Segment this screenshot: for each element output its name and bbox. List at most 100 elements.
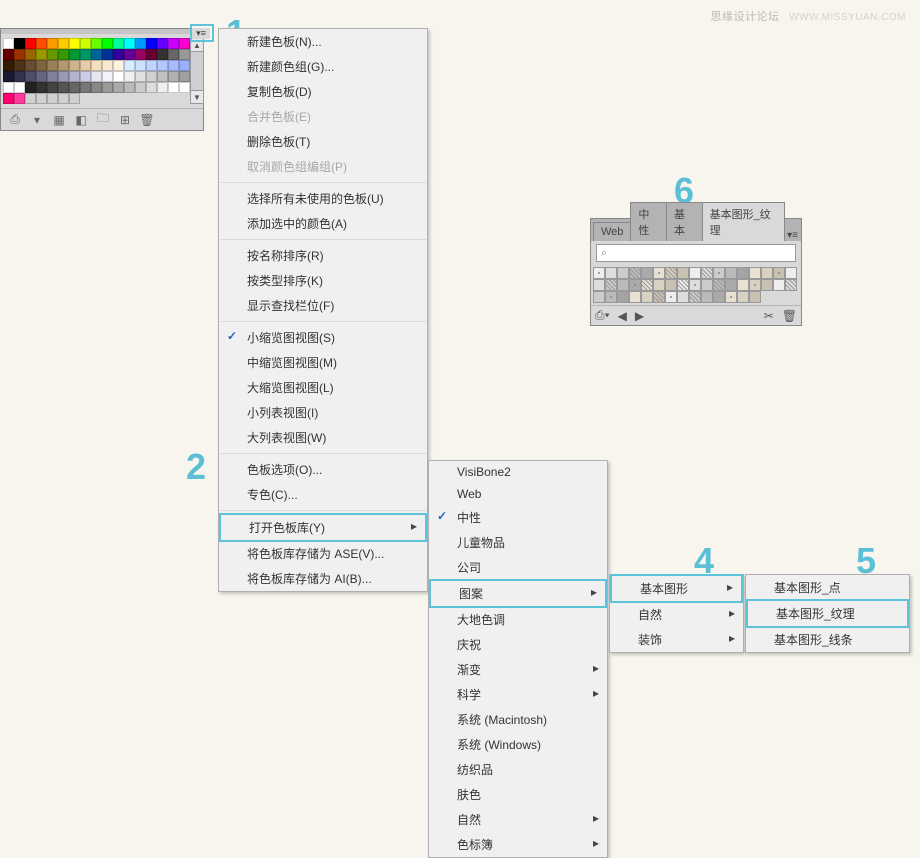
menu-item[interactable]: 中缩览图视图(M)	[219, 350, 427, 375]
swatch[interactable]	[47, 82, 58, 93]
swatch[interactable]	[14, 60, 25, 71]
menu-item[interactable]: 色标簿	[429, 832, 607, 857]
swatch[interactable]	[91, 49, 102, 60]
menu-item[interactable]: 色板选项(O)...	[219, 457, 427, 482]
swatch[interactable]	[80, 60, 91, 71]
menu-item[interactable]: 大列表视图(W)	[219, 425, 427, 450]
pattern-swatch[interactable]	[689, 291, 701, 303]
swatch[interactable]	[14, 71, 25, 82]
swatch[interactable]	[113, 71, 124, 82]
menu-item[interactable]: 显示查找栏位(F)	[219, 293, 427, 318]
swatch[interactable]	[80, 82, 91, 93]
swatch[interactable]	[91, 82, 102, 93]
swatch[interactable]	[146, 82, 157, 93]
menu-item[interactable]: 小列表视图(I)	[219, 400, 427, 425]
swatch[interactable]	[113, 82, 124, 93]
swatch[interactable]	[124, 60, 135, 71]
pattern-swatch[interactable]	[713, 291, 725, 303]
swatch[interactable]	[157, 60, 168, 71]
swatch[interactable]	[157, 38, 168, 49]
swatch[interactable]	[36, 93, 47, 104]
swatch[interactable]	[69, 38, 80, 49]
menu-item[interactable]: 基本图形_纹理	[746, 599, 909, 628]
swatch[interactable]	[135, 38, 146, 49]
swatch[interactable]	[179, 71, 190, 82]
swatch[interactable]	[3, 60, 14, 71]
menu-item[interactable]: 将色板库存储为 AI(B)...	[219, 566, 427, 591]
pattern-swatch[interactable]	[737, 279, 749, 291]
menu-item[interactable]: 将色板库存储为 ASE(V)...	[219, 541, 427, 566]
pattern-swatch[interactable]	[737, 267, 749, 279]
pattern-swatch[interactable]	[725, 291, 737, 303]
pattern-swatch[interactable]	[605, 267, 617, 279]
pattern-swatch[interactable]	[653, 291, 665, 303]
menu-item[interactable]: 复制色板(D)	[219, 79, 427, 104]
menu-item[interactable]: 纺织品	[429, 757, 607, 782]
menu-item[interactable]: 装饰	[610, 627, 743, 652]
pattern-swatch[interactable]	[641, 267, 653, 279]
swatch-kinds-icon[interactable]: ▦	[51, 112, 67, 128]
swatch[interactable]	[179, 38, 190, 49]
swatch[interactable]	[25, 38, 36, 49]
menu-item[interactable]: 科学	[429, 682, 607, 707]
pattern-swatch[interactable]	[749, 279, 761, 291]
swatch[interactable]	[124, 38, 135, 49]
library-icon[interactable]: ⎙	[7, 112, 23, 128]
pattern-swatch[interactable]	[629, 267, 641, 279]
swatch[interactable]	[179, 82, 190, 93]
swatch[interactable]	[47, 38, 58, 49]
menu-item[interactable]: 渐变	[429, 657, 607, 682]
pattern-swatch[interactable]	[617, 279, 629, 291]
pattern-swatch[interactable]	[761, 267, 773, 279]
swatch[interactable]	[3, 93, 14, 104]
pattern-swatch[interactable]	[689, 279, 701, 291]
swatch[interactable]	[69, 71, 80, 82]
swatch[interactable]	[168, 82, 179, 93]
pattern-swatch[interactable]	[713, 267, 725, 279]
swatch[interactable]	[14, 93, 25, 104]
menu-item[interactable]: 新建颜色组(G)...	[219, 54, 427, 79]
pattern-swatch[interactable]	[605, 279, 617, 291]
pattern-swatch[interactable]	[725, 279, 737, 291]
pattern-swatch[interactable]	[653, 279, 665, 291]
swatch[interactable]	[80, 38, 91, 49]
swatch[interactable]	[14, 49, 25, 60]
menu-item[interactable]: 打开色板库(Y)	[219, 513, 427, 542]
pattern-swatch[interactable]	[701, 279, 713, 291]
pattern-swatch[interactable]	[605, 291, 617, 303]
swatch[interactable]	[124, 49, 135, 60]
new-swatch-icon[interactable]: ⊞	[117, 112, 133, 128]
tab[interactable]: 基本图形_纹理	[702, 202, 786, 241]
menu-item[interactable]: 小缩览图视图(S)	[219, 325, 427, 350]
swatch[interactable]	[14, 38, 25, 49]
swatch[interactable]	[102, 49, 113, 60]
swatch[interactable]	[3, 49, 14, 60]
menu-item[interactable]: 中性	[429, 505, 607, 530]
swatch[interactable]	[36, 49, 47, 60]
menu-item[interactable]: 基本图形	[610, 574, 743, 603]
panel-menu-button[interactable]: ▾≡	[192, 28, 210, 39]
menu-item[interactable]: 添加选中的颜色(A)	[219, 211, 427, 236]
pattern-swatch[interactable]	[749, 267, 761, 279]
swatch[interactable]	[168, 71, 179, 82]
swatch[interactable]	[25, 49, 36, 60]
scroll-track[interactable]	[190, 52, 204, 90]
scroll-down-button[interactable]: ▼	[190, 90, 204, 104]
swatch[interactable]	[47, 93, 58, 104]
pattern-swatch[interactable]	[617, 267, 629, 279]
menu-item[interactable]: 公司	[429, 555, 607, 580]
pattern-swatch[interactable]	[725, 267, 737, 279]
swatch[interactable]	[14, 82, 25, 93]
swatch[interactable]	[80, 49, 91, 60]
menu-item[interactable]: 图案	[429, 579, 607, 608]
pattern-swatch[interactable]	[593, 279, 605, 291]
swatch[interactable]	[168, 49, 179, 60]
swatch[interactable]	[157, 71, 168, 82]
swatch[interactable]	[124, 82, 135, 93]
menu-item[interactable]: 庆祝	[429, 632, 607, 657]
next-button[interactable]: ▶	[635, 309, 644, 323]
swatch[interactable]	[25, 60, 36, 71]
pattern-swatch[interactable]	[785, 279, 797, 291]
swatch[interactable]	[135, 60, 146, 71]
swatch[interactable]	[102, 60, 113, 71]
